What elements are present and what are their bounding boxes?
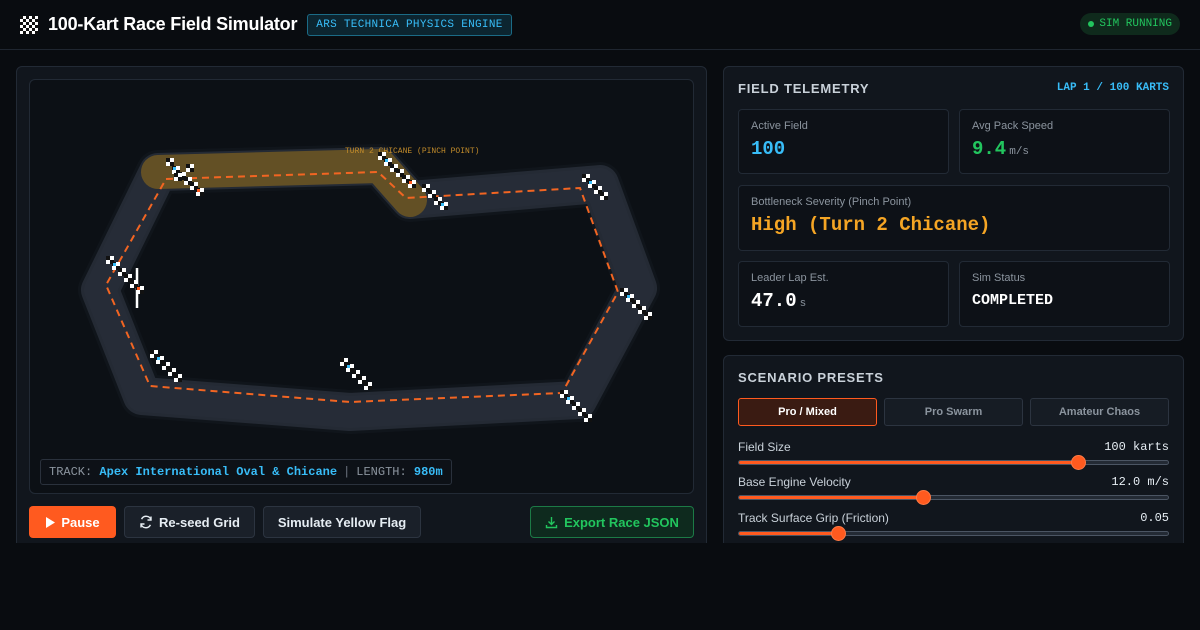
kart-marker [428, 190, 436, 198]
grip-slider[interactable] [738, 526, 1169, 541]
checkered-flag-icon [20, 15, 38, 34]
slider-thumb[interactable] [1070, 455, 1086, 470]
lap-indicator: LAP 1 / 100 KARTS [1056, 82, 1169, 94]
sim-status-card: Sim Status COMPLETED [959, 261, 1170, 327]
sim-status-value: COMPLETED [972, 292, 1054, 309]
refresh-icon [140, 515, 152, 529]
leader-lap-unit: s [799, 298, 807, 310]
active-field-card: Active Field 100 [738, 109, 949, 174]
leader-lap-card: Leader Lap Est. 47.0 s [738, 261, 949, 327]
bottleneck-label: Bottleneck Severity (Pinch Point) [751, 196, 912, 208]
export-label: Export Race JSON [564, 514, 679, 530]
bottleneck-value: High (Turn 2 Chicane) [751, 214, 991, 236]
kart-marker [196, 188, 204, 196]
preset-amateur-chaos[interactable]: Amateur Chaos [1030, 398, 1169, 426]
status-dot-icon [1088, 21, 1095, 27]
field-size-value: 100 karts [1104, 440, 1169, 454]
sim-status-text: SIM RUNNING [1099, 18, 1172, 30]
kart-marker [186, 164, 194, 172]
track-name: Apex International Oval & Chicane [99, 465, 338, 479]
kart-marker [136, 286, 144, 294]
slider-fill [739, 532, 838, 535]
kart-marker [600, 192, 608, 200]
field-size-slider[interactable] [738, 455, 1169, 470]
track-length: 980m [413, 465, 443, 479]
presets-title: SCENARIO PRESETS [738, 370, 884, 385]
viewport-background [0, 543, 1200, 630]
sim-controls: Pause Re-seed Grid Simulate Yellow Flag … [29, 506, 694, 538]
grip-label: Track Surface Grip (Friction) [738, 511, 889, 525]
kart-marker [440, 202, 448, 210]
slider-thumb[interactable] [830, 526, 846, 541]
leader-lap-number: 47.0 [751, 290, 797, 312]
simulate-yellow-flag-button[interactable]: Simulate Yellow Flag [263, 506, 421, 538]
telemetry-title: FIELD TELEMETRY [738, 81, 870, 96]
engine-badge: ARS TECHNICA PHYSICS ENGINE [307, 13, 512, 36]
telemetry-panel: FIELD TELEMETRY LAP 1 / 100 KARTS Active… [723, 66, 1184, 341]
pinch-label: TURN 2 CHICANE (PINCH POINT) [345, 147, 479, 156]
kart-marker [644, 312, 652, 320]
pack-speed-value: 9.4 m/s [972, 138, 1029, 160]
track-info: TRACK: Apex International Oval & Chicane… [40, 459, 452, 485]
kart-marker [166, 158, 174, 166]
track-canvas[interactable]: TURN 2 CHICANE (PINCH POINT) TRACK: Apex… [29, 79, 694, 494]
kart-marker [408, 180, 416, 188]
length-label: LENGTH: [356, 465, 407, 479]
active-field-label: Active Field [751, 120, 808, 132]
sim-status-pill: SIM RUNNING [1080, 13, 1180, 35]
play-icon [46, 516, 56, 528]
pack-speed-unit: m/s [1009, 146, 1030, 158]
pause-button[interactable]: Pause [29, 506, 116, 538]
kart-marker [174, 173, 182, 181]
engine-velocity-slider-row: Base Engine Velocity 12.0 m/s [738, 475, 1169, 505]
kart-marker [174, 374, 182, 382]
engine-velocity-slider[interactable] [738, 490, 1169, 505]
engine-velocity-value: 12.0 m/s [1111, 475, 1169, 489]
grip-slider-row: Track Surface Grip (Friction) 0.05 [738, 511, 1169, 541]
pack-speed-card: Avg Pack Speed 9.4 m/s [959, 109, 1170, 174]
track-label: TRACK: [49, 465, 93, 479]
slider-fill [739, 461, 1078, 464]
field-size-slider-row: Field Size 100 karts [738, 440, 1169, 470]
kart-marker [364, 382, 372, 390]
pause-label: Pause [61, 514, 100, 530]
slider-fill [739, 496, 924, 499]
app-header: 100-Kart Race Field Simulator ARS TECHNI… [0, 0, 1200, 50]
export-json-button[interactable]: Export Race JSON [530, 506, 694, 538]
download-icon [545, 516, 558, 528]
reseed-grid-button[interactable]: Re-seed Grid [124, 506, 255, 538]
yellow-flag-label: Simulate Yellow Flag [277, 514, 407, 530]
kart-marker [584, 414, 592, 422]
leader-lap-label: Leader Lap Est. [751, 272, 829, 284]
pack-speed-number: 9.4 [972, 138, 1007, 160]
engine-velocity-label: Base Engine Velocity [738, 475, 851, 489]
track-map: TURN 2 CHICANE (PINCH POINT) [78, 144, 660, 434]
app-title: 100-Kart Race Field Simulator [48, 14, 298, 34]
sim-status-label: Sim Status [972, 272, 1026, 284]
slider-thumb[interactable] [916, 490, 932, 505]
track-panel: TURN 2 CHICANE (PINCH POINT) TRACK: Apex… [16, 66, 707, 556]
bottleneck-card: Bottleneck Severity (Pinch Point) High (… [738, 185, 1170, 251]
preset-pro-mixed[interactable]: Pro / Mixed [738, 398, 877, 426]
field-size-label: Field Size [738, 440, 791, 454]
presets-panel: SCENARIO PRESETS Pro / Mixed Pro Swarm A… [723, 355, 1184, 565]
active-field-value: 100 [751, 138, 786, 160]
preset-pro-swarm[interactable]: Pro Swarm [884, 398, 1023, 426]
pack-speed-label: Avg Pack Speed [972, 120, 1054, 132]
leader-lap-value: 47.0 s [751, 290, 806, 312]
reseed-label: Re-seed Grid [159, 514, 240, 530]
grip-value: 0.05 [1140, 511, 1169, 525]
